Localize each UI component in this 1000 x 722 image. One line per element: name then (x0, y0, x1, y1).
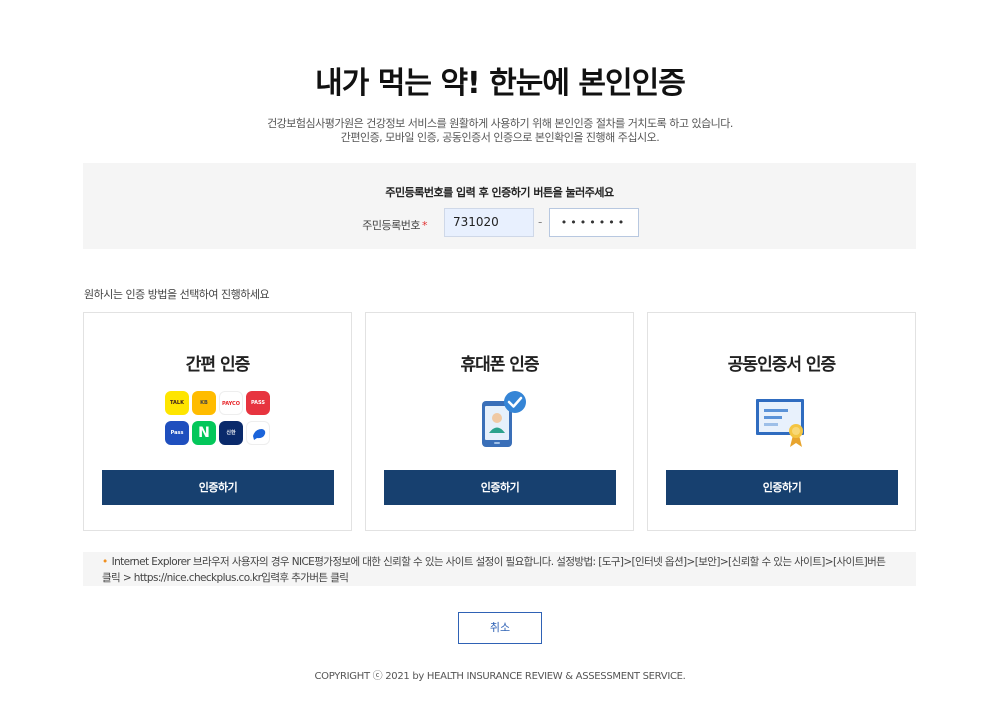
card-title: 공동인증서 인증 (727, 355, 836, 375)
pass-icon: PASS (246, 391, 270, 415)
card-title: 휴대폰 인증 (460, 355, 539, 375)
simple-auth-icons: TALK KB PAYCO PASS Pass N 신한 (84, 391, 351, 449)
kakao-icon: TALK (165, 391, 189, 415)
payco-icon: PAYCO (219, 391, 243, 415)
notice-line-1: • Internet Explorer 브라우저 사용자의 경우 NICE평가정보… (102, 554, 916, 570)
resident-number-back-input[interactable]: ••••••• (549, 208, 639, 237)
phone-auth-button[interactable]: 인증하기 (384, 470, 616, 505)
phone-verify-icon (482, 391, 526, 447)
simple-auth-card: 간편 인증 TALK KB PAYCO PASS Pass N 신한 인증하기 (83, 312, 352, 531)
phone-icon-area (366, 391, 633, 449)
number-separator: - (538, 215, 543, 229)
resident-number-label: 주민등록번호 * (333, 217, 427, 233)
page-title: 내가 먹는 약! 한눈에 본인인증 (315, 66, 686, 101)
notice-line-2: 클릭 > https://nice.checkplus.co.kr입력후 추가버… (102, 572, 349, 584)
description-line-1: 건강보험심사평가원은 건강정보 서비스를 원활하게 사용하기 위해 본인인증 절… (267, 117, 733, 130)
resident-number-front-input[interactable]: 731020 (444, 208, 534, 237)
bullet-icon: • (102, 556, 108, 568)
toss-icon (246, 421, 270, 445)
cancel-button[interactable]: 취소 (458, 612, 542, 644)
choose-method-text: 원하시는 인증 방법을 선택하여 진행하세요 (84, 288, 270, 301)
shinhan-icon: 신한 (219, 421, 243, 445)
certificate-icon-area (648, 391, 915, 449)
required-mark: * (422, 219, 428, 232)
resident-number-form: 주민등록번호를 입력 후 인증하기 버튼을 눌러주세요 주민등록번호 * 7310… (83, 163, 916, 249)
page-description: 건강보험심사평가원은 건강정보 서비스를 원활하게 사용하기 위해 본인인증 절… (0, 117, 1000, 145)
samsung-pass-icon: Pass (165, 421, 189, 445)
ie-notice: • Internet Explorer 브라우저 사용자의 경우 NICE평가정보… (83, 552, 916, 586)
certificate-auth-button[interactable]: 인증하기 (666, 470, 898, 505)
form-instruction: 주민등록번호를 입력 후 인증하기 버튼을 눌러주세요 (385, 186, 614, 199)
auth-provider-grid: TALK KB PAYCO PASS Pass N 신한 (165, 391, 273, 449)
kb-icon: KB (192, 391, 216, 415)
description-line-2: 간편인증, 모바일 인증, 공동인증서 인증으로 본인확인을 진행해 주십시오. (340, 131, 660, 144)
notice-text-1: Internet Explorer 브라우저 사용자의 경우 NICE평가정보에… (111, 556, 886, 568)
simple-auth-button[interactable]: 인증하기 (102, 470, 334, 505)
phone-auth-card: 휴대폰 인증 인증하기 (365, 312, 634, 531)
certificate-auth-card: 공동인증서 인증 인증하기 (647, 312, 916, 531)
card-title: 간편 인증 (185, 355, 250, 375)
naver-icon: N (192, 421, 216, 445)
label-text: 주민등록번호 (362, 219, 420, 232)
copyright: COPYRIGHT ⓒ 2021 by HEALTH INSURANCE REV… (314, 671, 686, 682)
certificate-icon (756, 399, 804, 447)
